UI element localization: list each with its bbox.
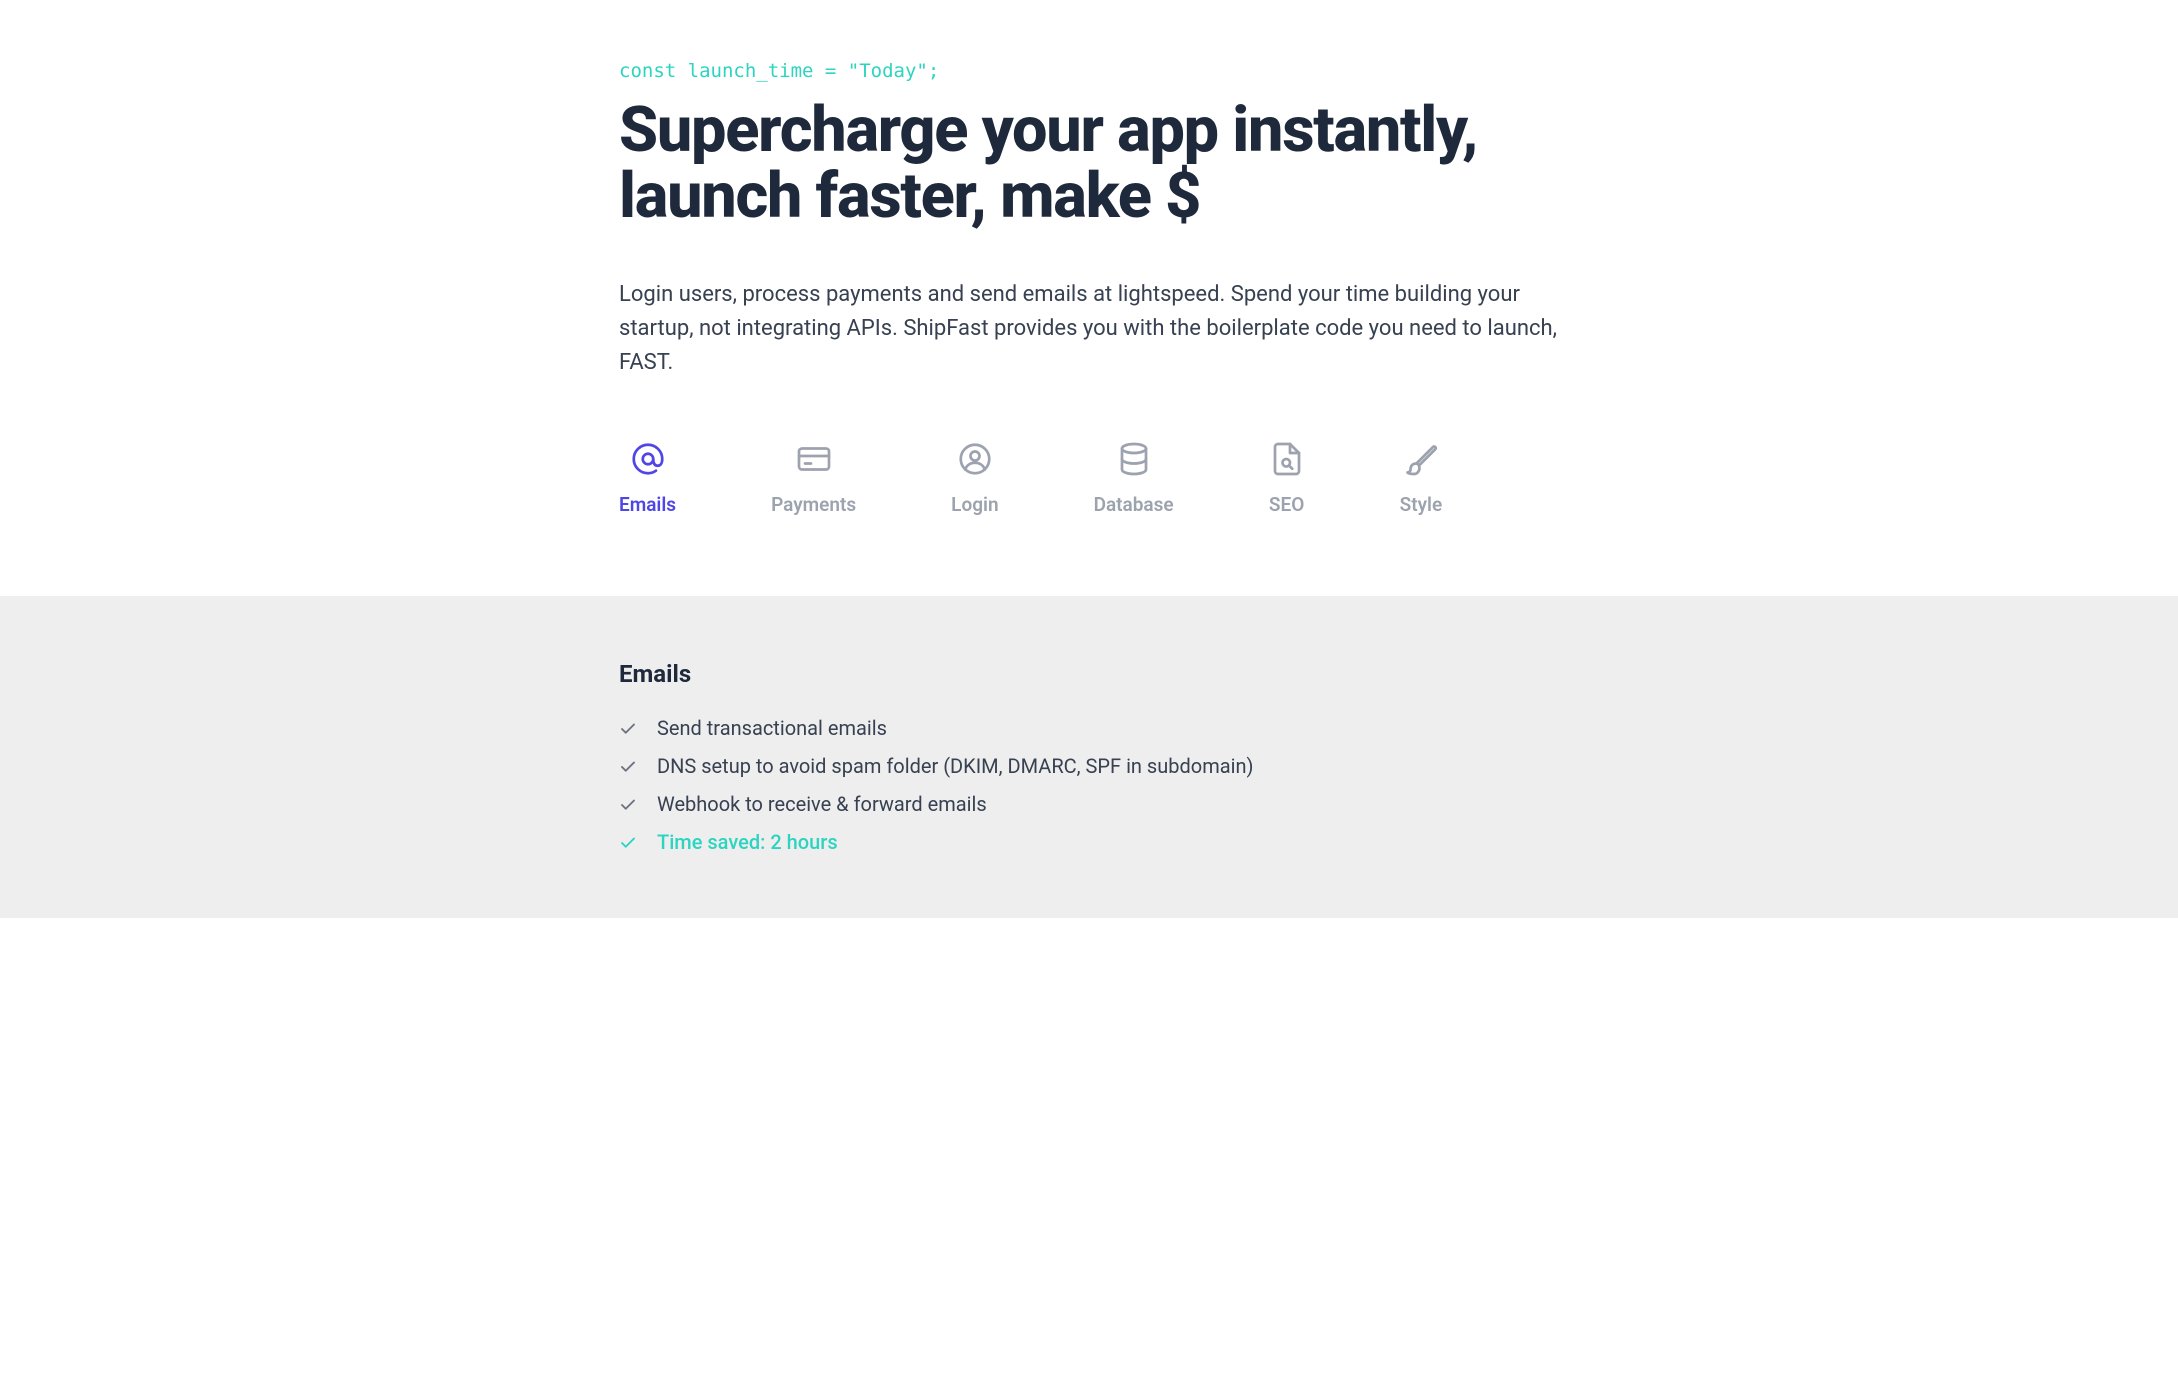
tab-label: Login — [951, 493, 998, 516]
tab-label: Payments — [771, 493, 856, 516]
credit-card-icon — [796, 441, 832, 477]
feature-text: DNS setup to avoid spam folder (DKIM, DM… — [657, 754, 1253, 778]
tab-label: Style — [1400, 493, 1443, 516]
code-line: const launch_time = "Today"; — [619, 60, 1559, 82]
feature-list: Send transactional emails DNS setup to a… — [619, 716, 1559, 854]
feature-item: Send transactional emails — [619, 716, 1559, 740]
feature-text: Send transactional emails — [657, 716, 887, 740]
page-description: Login users, process payments and send e… — [619, 278, 1559, 380]
database-icon — [1116, 441, 1152, 477]
user-icon — [957, 441, 993, 477]
tab-seo[interactable]: SEO — [1269, 441, 1305, 516]
page-headline: Supercharge your app instantly, launch f… — [619, 98, 1559, 230]
check-icon — [619, 719, 637, 737]
feature-text: Webhook to receive & forward emails — [657, 792, 987, 816]
check-icon — [619, 833, 637, 851]
tab-label: Emails — [619, 493, 676, 516]
tab-label: Database — [1094, 493, 1174, 516]
tab-database[interactable]: Database — [1094, 441, 1174, 516]
tab-payments[interactable]: Payments — [771, 441, 856, 516]
details-title: Emails — [619, 660, 1559, 688]
feature-item-highlight: Time saved: 2 hours — [619, 830, 1559, 854]
brush-icon — [1403, 441, 1439, 477]
feature-item: Webhook to receive & forward emails — [619, 792, 1559, 816]
tab-style[interactable]: Style — [1400, 441, 1443, 516]
tab-emails[interactable]: Emails — [619, 441, 676, 516]
at-icon — [630, 441, 666, 477]
document-search-icon — [1269, 441, 1305, 477]
feature-item: DNS setup to avoid spam folder (DKIM, DM… — [619, 754, 1559, 778]
tab-label: SEO — [1269, 493, 1304, 516]
check-icon — [619, 795, 637, 813]
details-panel: Emails Send transactional emails DNS set… — [0, 596, 2178, 918]
feature-text: Time saved: 2 hours — [657, 830, 838, 854]
tab-login[interactable]: Login — [951, 441, 998, 516]
tabs-row: Emails Payments — [619, 441, 1559, 556]
check-icon — [619, 757, 637, 775]
